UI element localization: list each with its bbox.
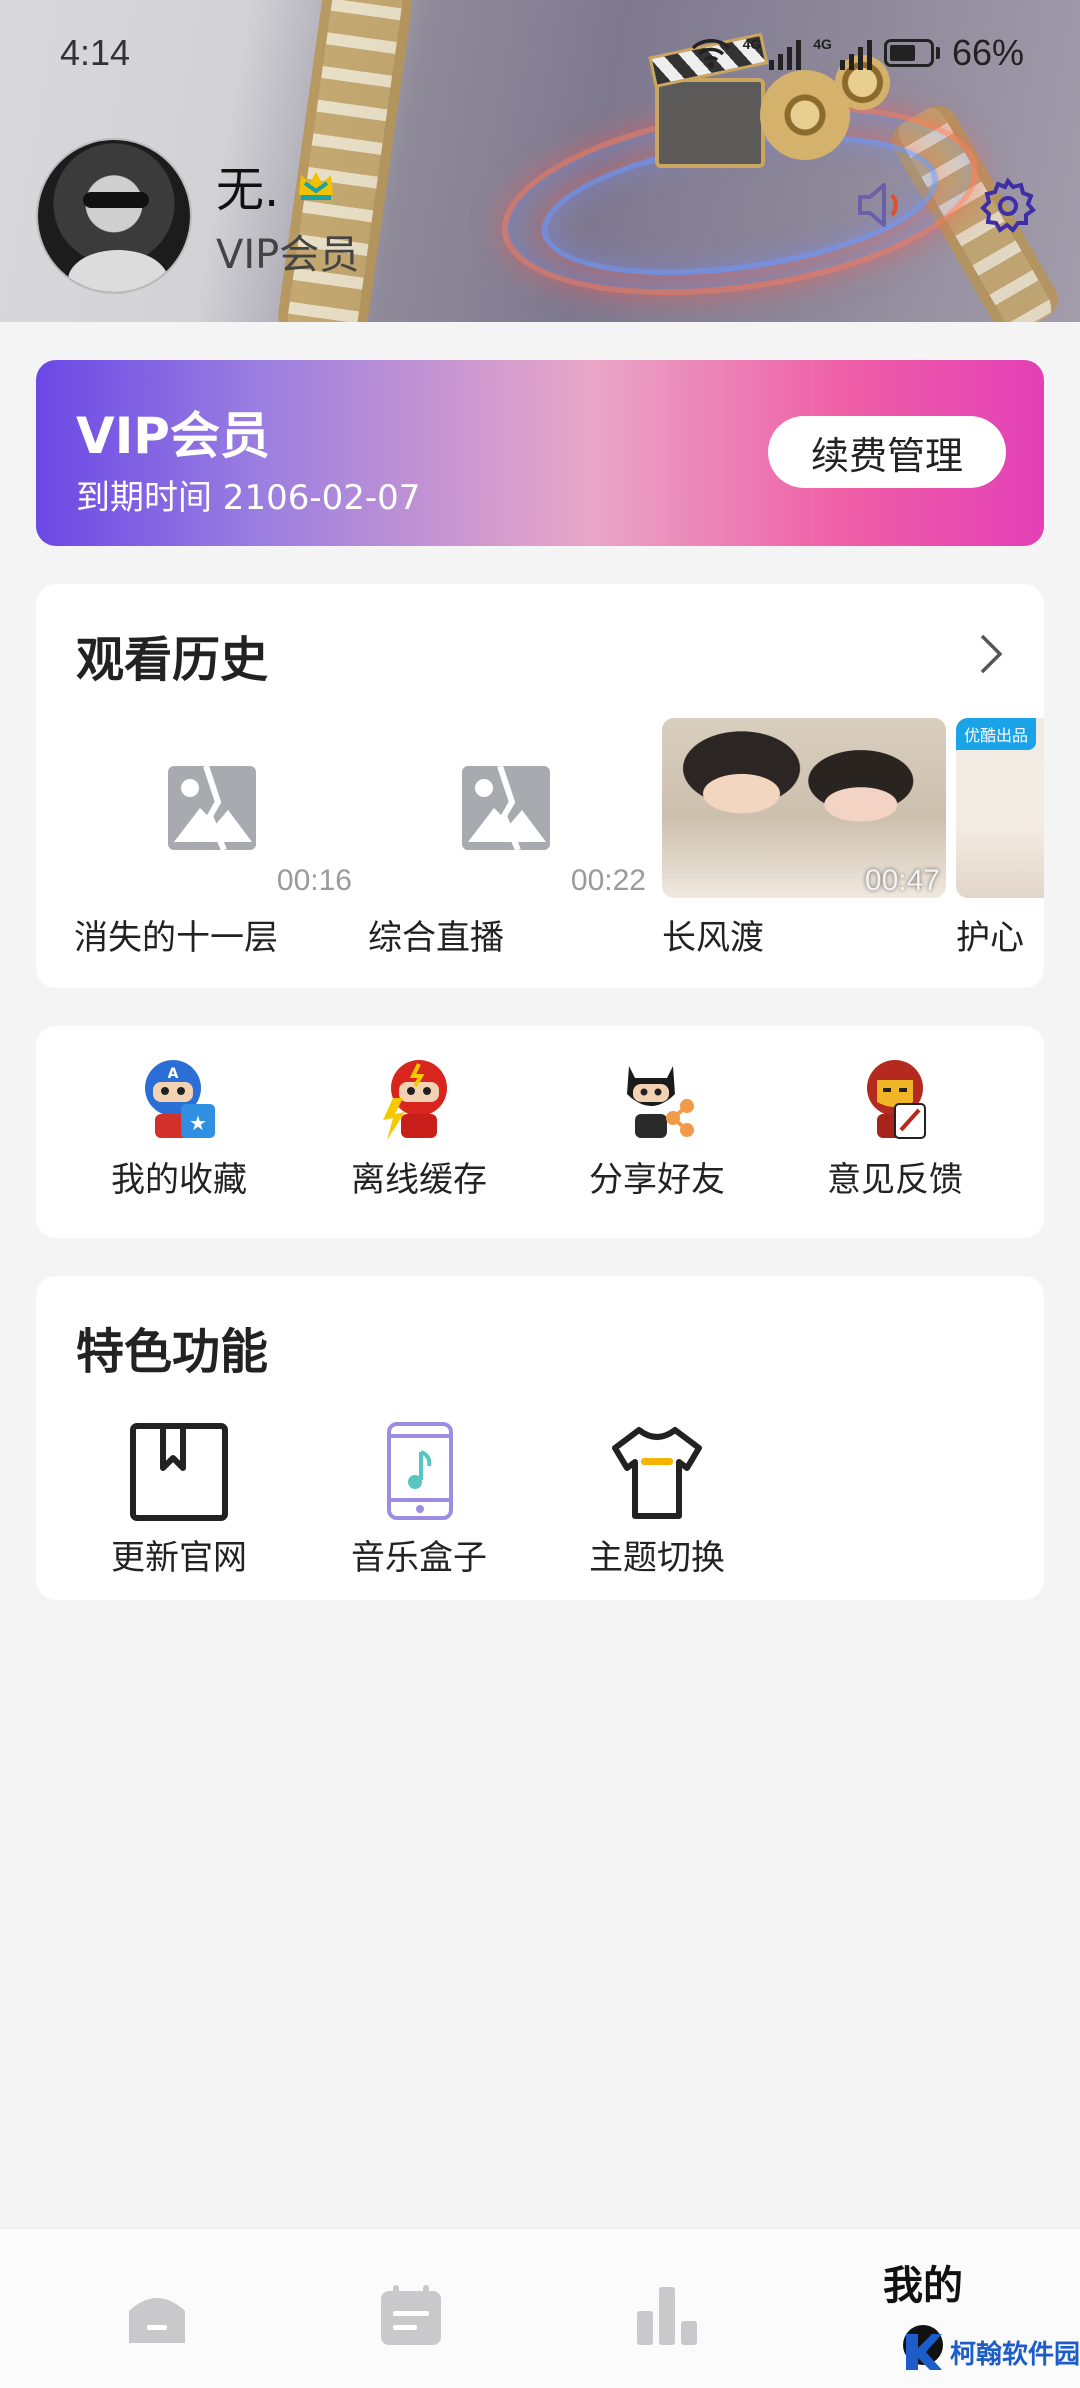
vip-expire-date: 到期时间 2106-02-07: [76, 478, 421, 518]
ranking-icon: [637, 2287, 697, 2345]
history-item[interactable]: 00:22 综合直播: [368, 718, 648, 958]
update-website-label: 更新官网: [111, 1538, 247, 1578]
avatar[interactable]: [36, 138, 192, 294]
username-row: 无.: [216, 150, 335, 220]
history-title: 护心: [956, 918, 1024, 958]
vip-title: VIP会员: [76, 407, 270, 465]
history-title: 消失的十一层: [74, 918, 278, 958]
batman-share-icon: [627, 1066, 694, 1138]
nav-ranking[interactable]: [532, 2229, 802, 2388]
wifi-icon: [691, 39, 730, 68]
feedback-label: 意见反馈: [827, 1160, 963, 1200]
history-duration: 00:16: [276, 864, 352, 897]
theme-switch-button[interactable]: 主题切换: [557, 1422, 757, 1582]
home-icon: [129, 2298, 185, 2343]
gear-icon[interactable]: [978, 175, 1038, 235]
nav-mine-label: 我的: [883, 2263, 963, 2309]
poster-badge: 优酷出品: [956, 718, 1037, 750]
signal-icon: 4G: [813, 36, 872, 70]
history-thumbnail: 优酷出品: [956, 718, 1044, 898]
tshirt-icon: [612, 1427, 702, 1519]
watch-history-card: 观看历史 00:16 消失的十一层 00:22 综合直播 00:47 长风渡 优…: [36, 584, 1044, 988]
captain-america-icon: A ★: [145, 1060, 215, 1138]
image-placeholder-icon: [462, 765, 550, 852]
watermark: 柯翰软件园: [900, 2330, 1080, 2374]
music-box-button[interactable]: 音乐盒子: [319, 1422, 519, 1582]
flash-hero-icon: [383, 1060, 447, 1140]
network-type: 4G: [742, 36, 762, 52]
svg-text:A: A: [168, 1066, 179, 1082]
username: 无.: [216, 162, 280, 218]
theme-switch-label: 主题切换: [589, 1538, 725, 1578]
status-bar: 4:14 4G 4G 66%: [0, 0, 1080, 100]
history-thumbnail: 00:22: [368, 718, 652, 898]
features-card: 特色功能 更新官网 音乐盒子 主题切换: [36, 1276, 1044, 1600]
history-title: 长风渡: [662, 918, 764, 958]
image-placeholder-icon: [168, 765, 256, 852]
history-duration: 00:47: [864, 864, 940, 897]
features-title: 特色功能: [76, 1324, 269, 1380]
history-item[interactable]: 优酷出品 护心: [956, 718, 1044, 958]
network-type: 4G: [813, 36, 832, 52]
history-duration: 00:22: [570, 864, 646, 897]
crown-icon: [299, 172, 334, 200]
watermark-text: 柯翰软件园: [950, 2339, 1080, 2370]
profile-header: 4:14 4G 4G 66% 无. VIP会员: [0, 0, 1080, 322]
vip-card[interactable]: VIP会员 到期时间 2106-02-07 续费管理: [36, 360, 1044, 546]
history-thumbnail: 00:16: [74, 718, 358, 898]
share-friends-label: 分享好友: [589, 1160, 725, 1200]
history-item[interactable]: 00:47 长风渡: [662, 718, 946, 958]
offline-cache-label: 离线缓存: [351, 1160, 487, 1200]
share-friends-button[interactable]: 分享好友: [557, 1058, 757, 1218]
watermark-logo-icon: [906, 2334, 942, 2370]
renew-management-button[interactable]: 续费管理: [768, 416, 1006, 488]
history-thumbnail: 00:47: [662, 718, 946, 898]
music-box-label: 音乐盒子: [351, 1538, 487, 1578]
bookmark-icon: [130, 1423, 228, 1521]
favorites-label: 我的收藏: [111, 1160, 247, 1200]
music-phone-icon: [387, 1422, 453, 1520]
status-icons: 4G 4G 66%: [691, 32, 1024, 74]
offline-cache-button[interactable]: 离线缓存: [319, 1058, 519, 1218]
feedback-button[interactable]: 意见反馈: [795, 1058, 995, 1218]
svg-text:★: ★: [189, 1111, 207, 1135]
volume-icon[interactable]: [852, 175, 912, 235]
update-website-button[interactable]: 更新官网: [79, 1422, 279, 1582]
drama-poster-image: 优酷出品: [956, 718, 1044, 898]
nav-schedule[interactable]: [276, 2229, 546, 2388]
watch-history-title: 观看历史: [76, 632, 269, 688]
signal-icon: 4G: [743, 36, 802, 70]
battery-icon: [883, 39, 940, 67]
status-time: 4:14: [60, 32, 131, 73]
iron-man-feedback-icon: [867, 1060, 926, 1139]
nav-home[interactable]: [22, 2229, 292, 2388]
schedule-icon: [381, 2285, 441, 2345]
history-title: 综合直播: [368, 918, 504, 958]
favorites-button[interactable]: A ★ 我的收藏: [79, 1058, 279, 1218]
chevron-right-icon[interactable]: [972, 632, 1008, 676]
user-level: VIP会员: [216, 232, 360, 278]
battery-percent: 66%: [951, 32, 1024, 73]
history-item[interactable]: 00:16 消失的十一层: [74, 718, 354, 958]
quick-actions-card: A ★ 我的收藏 离线缓存 分享好友 意见反馈: [36, 1026, 1044, 1238]
